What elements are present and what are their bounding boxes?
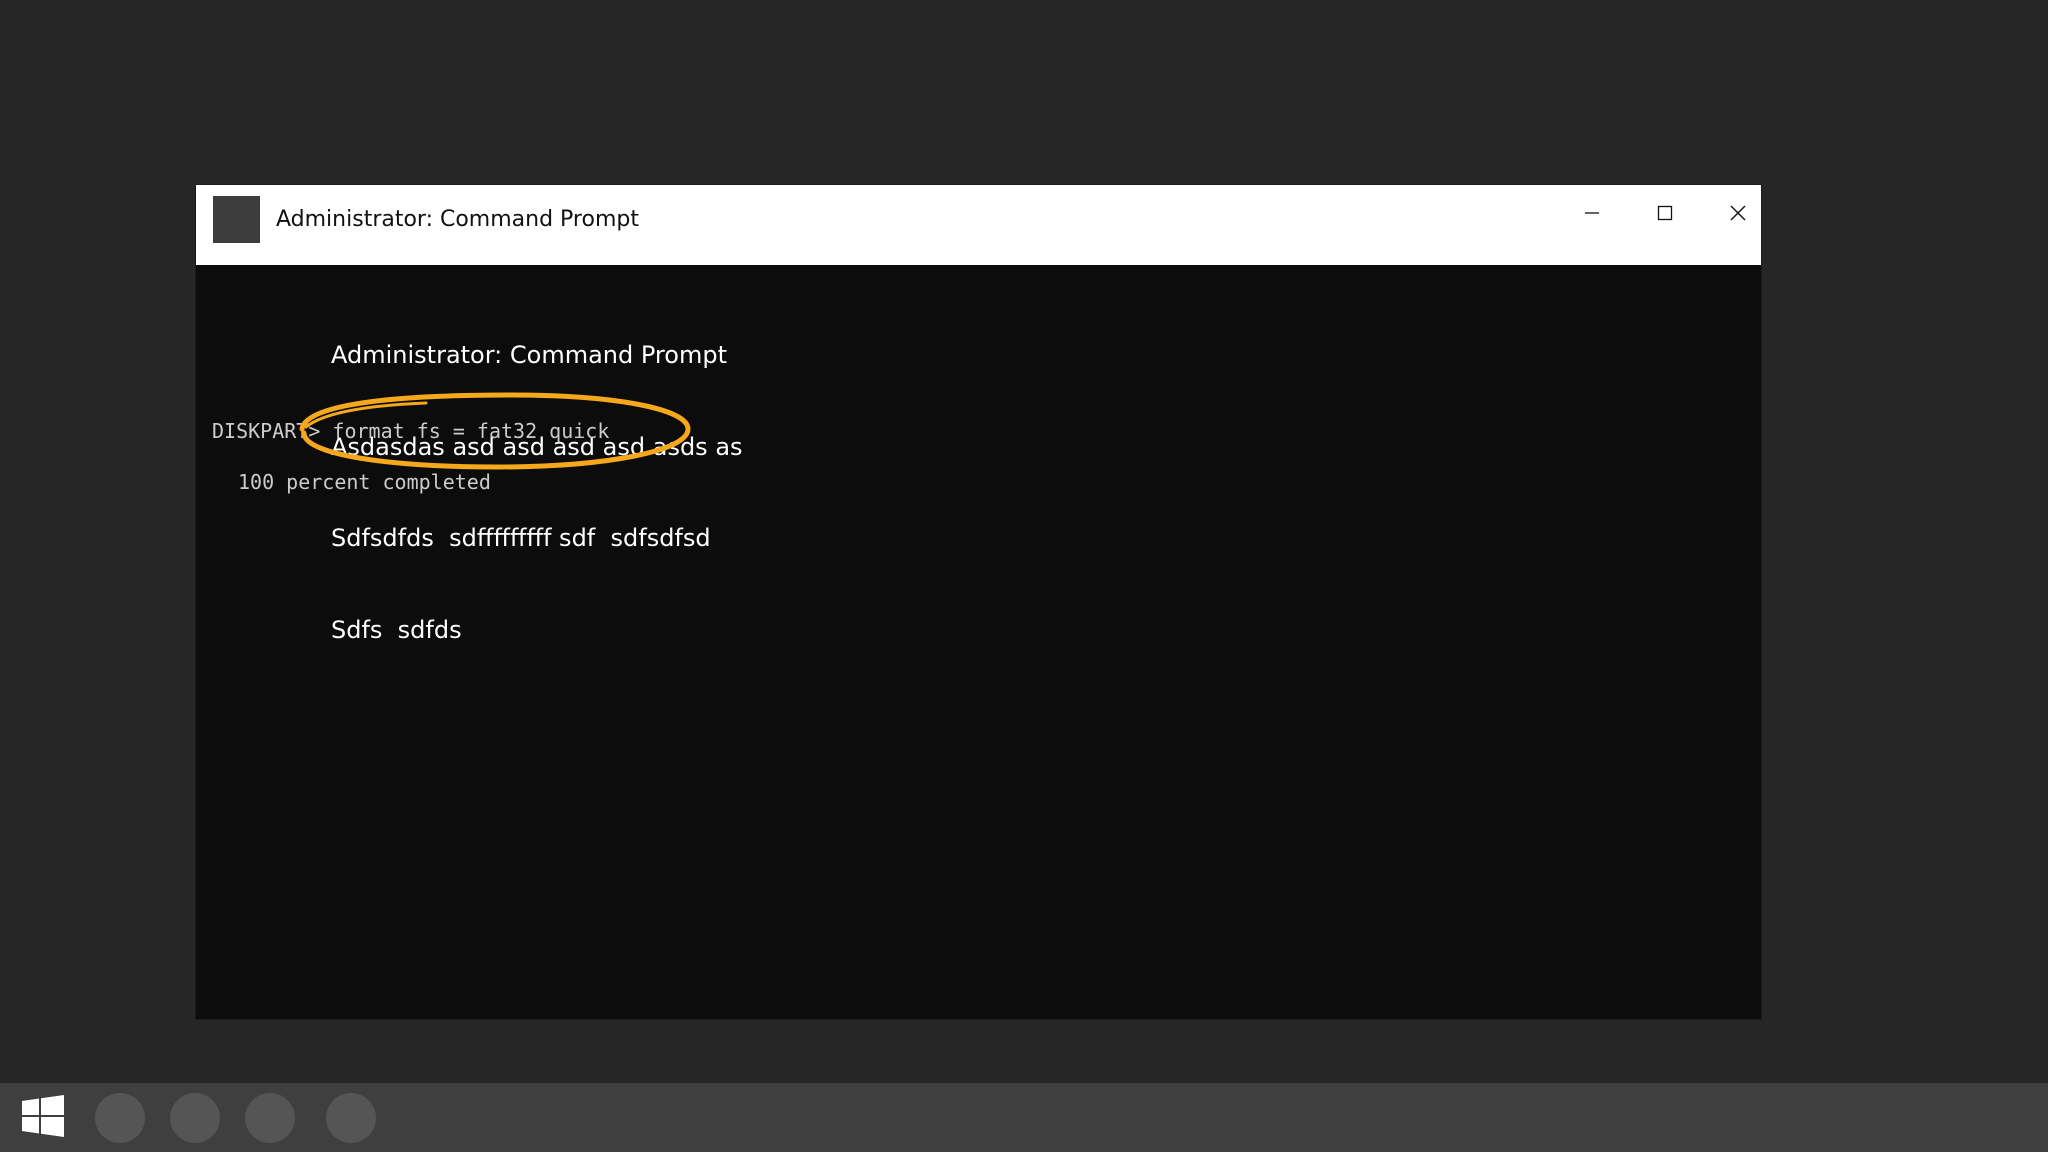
diskpart-prompt: DISKPART> [212, 419, 321, 443]
close-icon [1730, 205, 1746, 221]
command-output: 100 percent completed [238, 470, 491, 494]
maximize-icon [1657, 205, 1673, 221]
terminal-output-area[interactable]: Administrator: Command Prompt Asdasdas a… [196, 265, 1761, 1019]
taskbar-app-button[interactable] [170, 1093, 220, 1143]
minimize-icon [1585, 212, 1599, 214]
taskbar [0, 1083, 2048, 1152]
format-command: format fs = fat32 quick [320, 419, 610, 443]
maximize-button[interactable] [1629, 190, 1701, 236]
command-line: DISKPART> format fs = fat32 quick [212, 417, 609, 445]
console-app-icon [213, 196, 260, 243]
taskbar-app-button[interactable] [245, 1093, 295, 1143]
desktop: Administrator: Command Prompt Administra… [0, 0, 2048, 1152]
minimize-button[interactable] [1556, 190, 1628, 236]
start-button[interactable] [22, 1095, 64, 1137]
window-title: Administrator: Command Prompt [276, 207, 639, 232]
note-line: Sdfsdfds sdfffffffff sdf sdfsdfsd [331, 524, 711, 552]
taskbar-app-button[interactable] [95, 1093, 145, 1143]
title-bar[interactable]: Administrator: Command Prompt [196, 185, 1761, 265]
windows-logo-icon [22, 1095, 64, 1137]
note-line: Administrator: Command Prompt [331, 341, 727, 369]
command-prompt-window[interactable]: Administrator: Command Prompt Administra… [196, 185, 1761, 1019]
note-line: Sdfs sdfds [331, 615, 462, 644]
taskbar-app-button[interactable] [326, 1093, 376, 1143]
close-button[interactable] [1702, 190, 1774, 236]
